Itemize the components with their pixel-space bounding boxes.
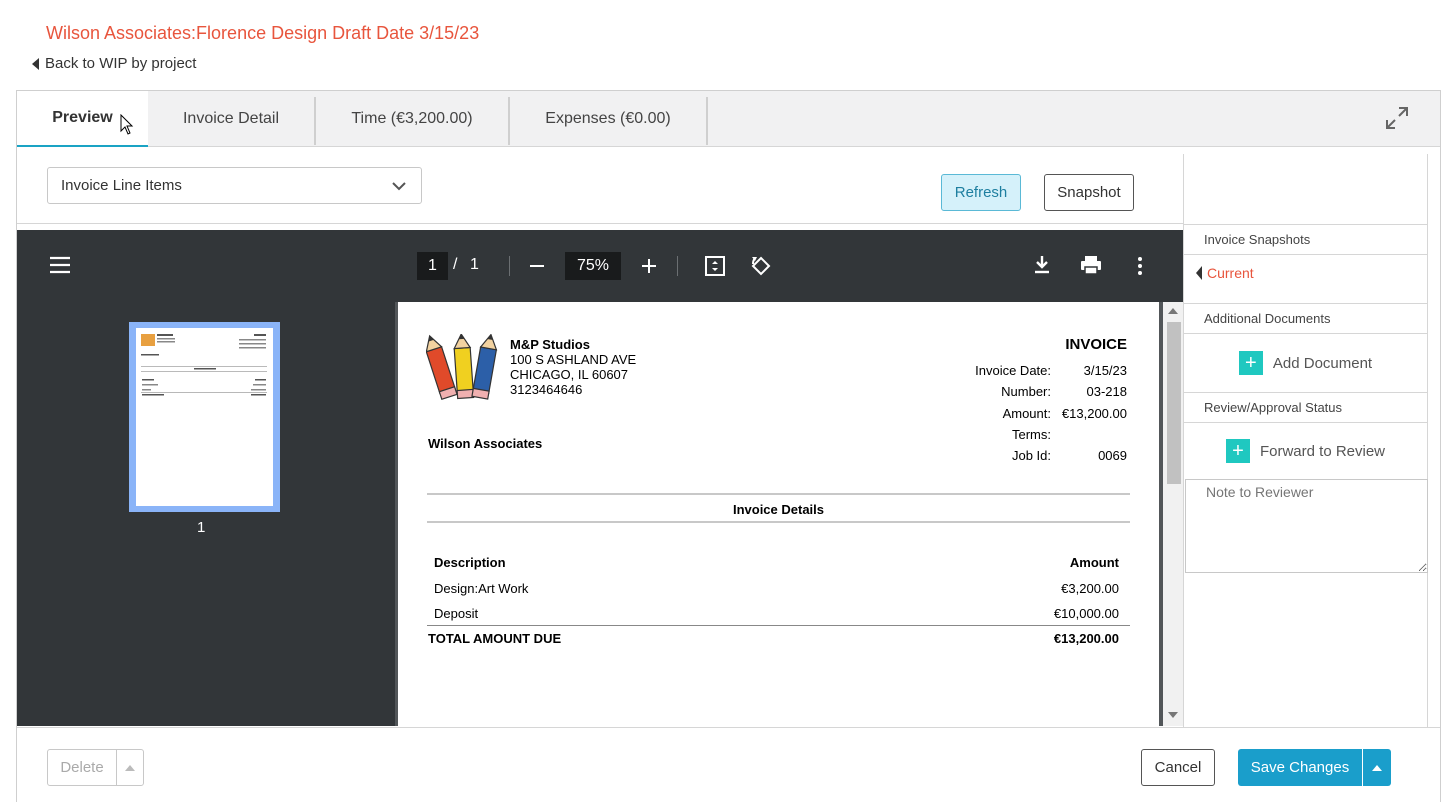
snapshot-current-label: Current	[1207, 265, 1254, 281]
line-item-description: Design:Art Work	[434, 581, 529, 596]
invoice-amount-label: Amount:	[1002, 406, 1051, 421]
plus-icon: +	[1225, 439, 1250, 463]
delete-button[interactable]: Delete	[47, 749, 117, 786]
company-name: M&P Studios	[510, 337, 590, 352]
review-status-heading: Review/Approval Status	[1184, 392, 1427, 423]
invoice-date-value: 3/15/23	[1083, 363, 1127, 378]
snapshots-heading: Invoice Snapshots	[1184, 224, 1427, 255]
divider	[427, 521, 1130, 523]
invoice-panel: Preview Invoice Detail Time (€3,200.00) …	[16, 90, 1441, 802]
invoice-number-label: Number:	[1001, 384, 1051, 399]
mouse-cursor-icon	[120, 113, 134, 141]
tab-time[interactable]: Time (€3,200.00)	[316, 91, 508, 147]
back-link[interactable]: Back to WIP by project	[32, 55, 196, 72]
forward-to-review-button[interactable]: + Forward to Review	[1184, 423, 1427, 479]
zoom-level-input[interactable]: 75%	[565, 252, 621, 280]
chevron-down-icon	[392, 182, 406, 191]
toolbar-divider	[677, 256, 678, 276]
thumbnail-preview	[141, 334, 267, 396]
menu-icon[interactable]	[49, 256, 71, 279]
invoice-date-label: Invoice Date:	[975, 363, 1051, 378]
page-number-input[interactable]: 1	[417, 252, 448, 280]
note-to-reviewer-field[interactable]	[1185, 479, 1428, 573]
caret-up-icon	[1372, 764, 1382, 771]
download-icon[interactable]	[1033, 255, 1051, 280]
additional-documents-heading: Additional Documents	[1184, 303, 1427, 334]
page-thumbnail[interactable]	[129, 322, 280, 512]
document-scrollbar[interactable]	[1163, 302, 1183, 726]
line-item-amount: €10,000.00	[1053, 606, 1119, 621]
refresh-button[interactable]: Refresh	[941, 174, 1021, 211]
view-select-value: Invoice Line Items	[61, 177, 182, 194]
back-link-label: Back to WIP by project	[45, 55, 197, 72]
add-document-label: Add Document	[1272, 354, 1373, 372]
fit-page-icon[interactable]	[704, 255, 726, 282]
tab-expenses[interactable]: Expenses (€0.00)	[510, 91, 706, 147]
footer: Delete Cancel Save Changes	[17, 727, 1440, 802]
pdf-viewer: 1 / 1 75% 1 M&P Studios 100 S ASHLAND AV…	[17, 230, 1183, 726]
snapshot-button[interactable]: Snapshot	[1044, 174, 1134, 211]
tab-invoice-detail[interactable]: Invoice Detail	[148, 91, 314, 147]
zoom-in-icon[interactable]	[641, 258, 657, 279]
forward-review-label: Forward to Review	[1259, 442, 1386, 460]
page-total: 1	[470, 256, 479, 273]
print-icon[interactable]	[1080, 255, 1102, 280]
sidebar-border	[1427, 154, 1428, 728]
scrollbar-thumb[interactable]	[1167, 322, 1181, 484]
snapshot-current[interactable]: Current	[1184, 255, 1427, 303]
page-title: Wilson Associates:Florence Design Draft …	[46, 23, 480, 43]
company-address-line1: 100 S ASHLAND AVE	[510, 352, 637, 367]
expand-icon[interactable]	[1384, 105, 1410, 131]
invoice-number-value: 03-218	[1086, 384, 1127, 399]
invoice-amount-value: €13,200.00	[1061, 406, 1127, 421]
invoice-heading: INVOICE	[1065, 336, 1127, 353]
scroll-down-icon[interactable]	[1168, 712, 1178, 718]
save-options-button[interactable]	[1363, 749, 1391, 786]
caret-left-icon	[32, 57, 39, 70]
invoice-terms-label: Terms:	[1012, 427, 1051, 442]
toolbar-divider	[509, 256, 510, 276]
rotate-icon[interactable]	[749, 254, 773, 283]
thumbnail-page-number: 1	[197, 519, 206, 536]
line-item-amount: €3,200.00	[1061, 581, 1119, 596]
total-amount: €13,200.00	[1053, 631, 1119, 646]
invoice-page: M&P Studios 100 S ASHLAND AVE CHICAGO, I…	[398, 302, 1159, 726]
line-item-description: Deposit	[434, 606, 479, 621]
document-area: M&P Studios 100 S ASHLAND AVE CHICAGO, I…	[395, 302, 1160, 726]
cancel-button[interactable]: Cancel	[1141, 749, 1215, 786]
scroll-up-icon[interactable]	[1168, 308, 1178, 314]
caret-left-icon	[1196, 266, 1202, 280]
tab-divider	[706, 97, 708, 145]
divider	[427, 625, 1130, 626]
company-logo	[425, 332, 500, 411]
sidebar: Invoice Snapshots Current Additional Doc…	[1184, 224, 1428, 573]
delete-options-button[interactable]	[116, 749, 144, 786]
column-header-description: Description	[434, 555, 506, 570]
toolbar: Invoice Line Items Refresh Snapshot	[17, 148, 1183, 224]
company-phone: 3123464646	[510, 382, 583, 397]
caret-up-icon	[125, 764, 135, 771]
add-document-button[interactable]: + Add Document	[1184, 334, 1427, 392]
client-name: Wilson Associates	[428, 436, 543, 451]
invoice-details-title: Invoice Details	[732, 502, 825, 517]
invoice-job-id-label: Job Id:	[1011, 448, 1051, 463]
divider	[427, 493, 1130, 495]
company-address-line2: CHICAGO, IL 60607	[510, 367, 629, 382]
thumbnail-page	[136, 328, 273, 506]
save-changes-button[interactable]: Save Changes	[1238, 749, 1362, 786]
page-separator: /	[453, 256, 458, 273]
column-header-amount: Amount	[1069, 555, 1119, 570]
pdf-toolbar: 1 / 1 75%	[17, 230, 1183, 302]
zoom-out-icon[interactable]	[529, 258, 545, 279]
more-vertical-icon[interactable]	[1137, 256, 1143, 281]
view-select[interactable]: Invoice Line Items	[47, 167, 422, 204]
tab-bar: Preview Invoice Detail Time (€3,200.00) …	[17, 91, 1440, 147]
total-label: TOTAL AMOUNT DUE	[428, 631, 562, 646]
invoice-job-id-value: 0069	[1098, 448, 1127, 463]
thumbnail-pane: 1	[17, 302, 395, 726]
plus-icon: +	[1238, 351, 1263, 375]
